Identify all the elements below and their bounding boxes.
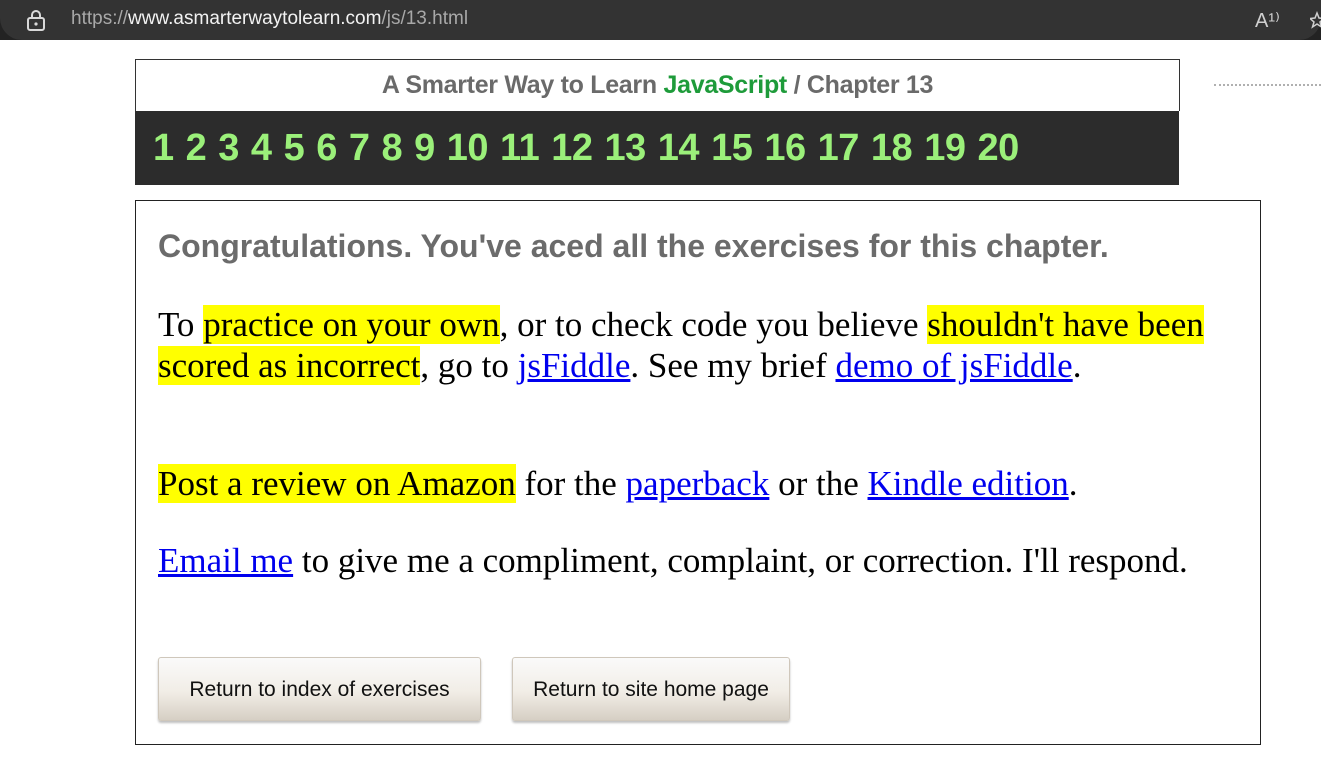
chapter-link-19[interactable]: 19 bbox=[924, 127, 966, 169]
highlight-practice: practice on your own bbox=[203, 305, 500, 344]
chapter-item: 8 bbox=[381, 127, 402, 170]
chapter-item: 16 bbox=[764, 127, 806, 170]
text: , or to check code you believe bbox=[499, 305, 928, 344]
chapter-link-10[interactable]: 10 bbox=[447, 127, 489, 169]
chapter-nav: 1 2 3 4 5 6 7 8 9 10 11 12 13 14 15 16 17 18 19 20 bbox=[135, 111, 1179, 185]
url-host: www.asmarterwaytolearn.com bbox=[128, 8, 382, 29]
email-paragraph: Email me to give me a compliment, compla… bbox=[158, 540, 1228, 581]
chapter-link-7[interactable]: 7 bbox=[349, 127, 370, 169]
text: . bbox=[1068, 464, 1078, 503]
title-separator: / bbox=[793, 71, 801, 99]
kindle-edition-link[interactable]: Kindle edition bbox=[868, 464, 1069, 503]
chapter-item: 5 bbox=[284, 127, 305, 170]
chapter-item: 6 bbox=[316, 127, 337, 170]
chapter-item: 11 bbox=[500, 127, 540, 170]
text: To bbox=[158, 305, 204, 344]
paperback-link[interactable]: paperback bbox=[626, 464, 770, 503]
chapter-link-9[interactable]: 9 bbox=[414, 127, 435, 169]
chapter-item: 9 bbox=[414, 127, 435, 170]
chapter-item: 20 bbox=[977, 127, 1019, 170]
chapter-link-11[interactable]: 11 bbox=[500, 127, 540, 169]
content-box: Congratulations. You've aced all the exe… bbox=[135, 200, 1261, 745]
text: , go to bbox=[420, 346, 518, 385]
chapter-item: 1 bbox=[153, 127, 174, 170]
chapter-item: 19 bbox=[924, 127, 966, 170]
dotted-divider bbox=[1214, 84, 1321, 88]
demo-jsfiddle-link[interactable]: demo of jsFiddle bbox=[835, 346, 1072, 385]
favorites-icon[interactable] bbox=[1310, 11, 1321, 29]
lock-icon[interactable] bbox=[26, 9, 46, 31]
chapter-link-20[interactable]: 20 bbox=[977, 127, 1019, 169]
chapter-link-3[interactable]: 3 bbox=[218, 127, 239, 169]
chapter-item: 10 bbox=[447, 127, 489, 170]
text: or the bbox=[769, 464, 868, 503]
chapter-link-6[interactable]: 6 bbox=[316, 127, 337, 169]
chapter-link-14[interactable]: 14 bbox=[658, 127, 700, 169]
text: . See my brief bbox=[630, 346, 836, 385]
book-title: A Smarter Way to Learn bbox=[381, 71, 657, 99]
text: . bbox=[1072, 346, 1082, 385]
chapter-item: 2 bbox=[186, 127, 207, 170]
chapter-item: 15 bbox=[711, 127, 753, 170]
chapter-label: Chapter 13 bbox=[806, 71, 934, 99]
jsfiddle-link[interactable]: jsFiddle bbox=[518, 346, 631, 385]
practice-paragraph: To practice on your own, or to check cod… bbox=[158, 304, 1228, 386]
chapter-list: 1 2 3 4 5 6 7 8 9 10 11 12 13 14 15 16 17 18 19 20 bbox=[153, 111, 1019, 185]
chapter-item: 7 bbox=[349, 127, 370, 170]
url-path: /js/13.html bbox=[381, 8, 469, 29]
text: for the bbox=[515, 464, 626, 503]
chapter-item: 4 bbox=[251, 127, 272, 170]
return-to-home-button[interactable]: Return to site home page bbox=[512, 657, 790, 721]
return-to-index-button[interactable]: Return to index of exercises bbox=[158, 657, 481, 721]
text: to give me a compliment, complaint, or c… bbox=[293, 541, 1188, 580]
chapter-link-2[interactable]: 2 bbox=[186, 127, 207, 169]
chapter-link-5[interactable]: 5 bbox=[284, 127, 305, 169]
chapter-link-13[interactable]: 13 bbox=[605, 127, 647, 169]
chapter-link-18[interactable]: 18 bbox=[871, 127, 913, 169]
chapter-item: 14 bbox=[658, 127, 700, 170]
read-aloud-icon[interactable]: A¹⁾ bbox=[1255, 8, 1280, 33]
chapter-link-16[interactable]: 16 bbox=[764, 127, 806, 169]
address-bar[interactable]: https://www.asmarterwaytolearn.com/js/13… bbox=[0, 0, 1321, 40]
chapter-link-15[interactable]: 15 bbox=[711, 127, 753, 169]
review-paragraph: Post a review on Amazon for the paperbac… bbox=[158, 463, 1228, 504]
url-scheme: https:// bbox=[71, 8, 129, 29]
email-me-link[interactable]: Email me bbox=[158, 541, 293, 580]
chapter-item: 17 bbox=[818, 127, 860, 170]
chapter-item: 18 bbox=[871, 127, 913, 170]
language-name: JavaScript bbox=[663, 71, 787, 99]
chapter-link-4[interactable]: 4 bbox=[251, 127, 272, 169]
chapter-link-8[interactable]: 8 bbox=[381, 127, 402, 169]
chapter-link-12[interactable]: 12 bbox=[551, 127, 593, 169]
congrats-heading: Congratulations. You've aced all the exe… bbox=[158, 228, 1109, 264]
chapter-item: 3 bbox=[218, 127, 239, 170]
chapter-item: 12 bbox=[551, 127, 593, 170]
chapter-title-bar: A Smarter Way to Learn JavaScript / Chap… bbox=[135, 59, 1180, 111]
chapter-link-17[interactable]: 17 bbox=[818, 127, 860, 169]
url-text[interactable]: https://www.asmarterwaytolearn.com/js/13… bbox=[71, 8, 468, 30]
highlight-review: Post a review on Amazon bbox=[158, 464, 516, 503]
browser-toolbar: https://www.asmarterwaytolearn.com/js/13… bbox=[0, 0, 1321, 40]
chapter-item: 13 bbox=[605, 127, 647, 170]
chapter-link-1[interactable]: 1 bbox=[153, 127, 174, 169]
